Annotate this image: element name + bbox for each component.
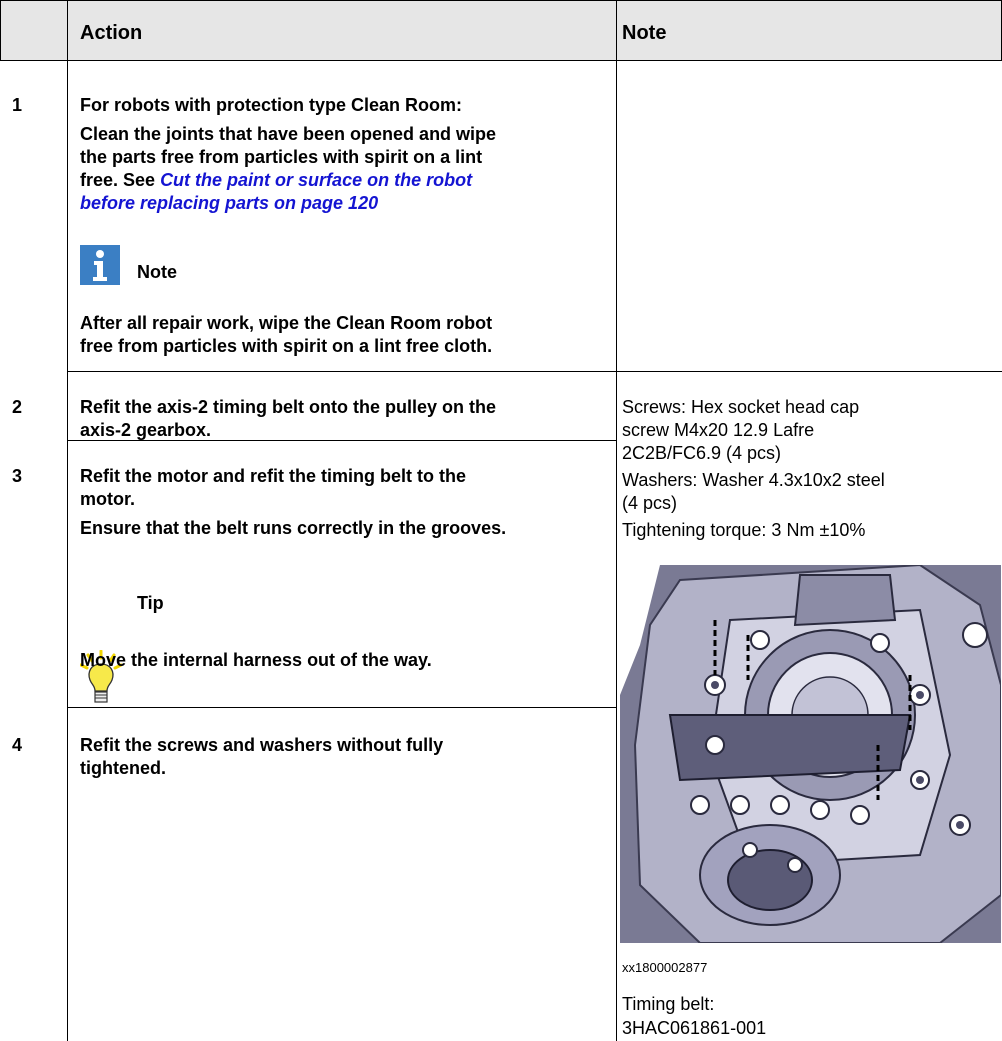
note-text-line-2: free from particles with spirit on a lin…	[80, 336, 493, 356]
row-3-line-2: motor.	[80, 489, 136, 509]
washers-line-1: Washers: Washer 4.3x10x2 steel	[622, 470, 885, 490]
row-2-number: 2	[12, 397, 23, 417]
row-1-number: 1	[12, 95, 23, 115]
header-note: Note	[622, 22, 667, 44]
row-4-line-2: tightened.	[80, 758, 166, 778]
header-action: Action	[80, 22, 143, 44]
row-2-line-2: axis-2 gearbox.	[80, 420, 212, 440]
row-divider-3	[67, 707, 617, 708]
screws-line-1: Screws: Hex socket head cap	[622, 397, 860, 417]
col-divider-note	[616, 0, 617, 1041]
row-2-line-1: Refit the axis-2 timing belt onto the pu…	[80, 397, 497, 417]
tightening-torque: Tightening torque: 3 Nm ±10%	[622, 520, 866, 540]
row-1-line-1: For robots with protection type Clean Ro…	[80, 95, 462, 115]
info-note-icon	[80, 245, 120, 285]
assembly-drawing	[620, 565, 1001, 943]
page-reference-link[interactable]: Cut the paint or surface on the robot	[160, 170, 472, 190]
row-3-line-1: Refit the motor and refit the timing bel…	[80, 466, 466, 486]
page-reference-link-line-2[interactable]: before replacing parts on page 120	[80, 192, 378, 215]
timing-belt-label: Timing belt:	[622, 994, 715, 1014]
row-3-line-3: Ensure that the belt runs correctly in t…	[80, 518, 507, 538]
screws-line-2: screw M4x20 12.9 Lafre	[622, 420, 815, 440]
note-text-line-1: After all repair work, wipe the Clean Ro…	[80, 313, 493, 333]
row-divider-1	[67, 371, 1002, 372]
table-border-top	[0, 0, 1002, 1]
col-divider-num	[67, 0, 68, 1041]
row-1-line-4: free. See Cut the paint or surface on th…	[80, 169, 472, 192]
row-1-ref-prefix: free. See	[80, 170, 161, 190]
screws-line-3: 2C2B/FC6.9 (4 pcs)	[622, 443, 782, 463]
table-header	[0, 0, 1002, 60]
row-3-number: 3	[12, 466, 23, 486]
row-1-line-3: the parts free from particles with spiri…	[80, 147, 483, 167]
table-border-left-header	[0, 0, 1, 60]
note-label: Note	[137, 262, 177, 282]
header-divider	[0, 60, 1002, 61]
timing-belt-part-number: 3HAC061861-001	[622, 1018, 767, 1038]
figure-id: xx1800002877	[622, 960, 708, 975]
row-4-number: 4	[12, 735, 23, 755]
row-1-line-2: Clean the joints that have been opened a…	[80, 124, 497, 144]
motor-assembly-illustration	[620, 565, 1001, 943]
row-4-line-1: Refit the screws and washers without ful…	[80, 735, 444, 755]
tip-text: Move the internal harness out of the way…	[80, 650, 432, 670]
tip-label: Tip	[137, 593, 164, 613]
washers-line-2: (4 pcs)	[622, 493, 678, 513]
